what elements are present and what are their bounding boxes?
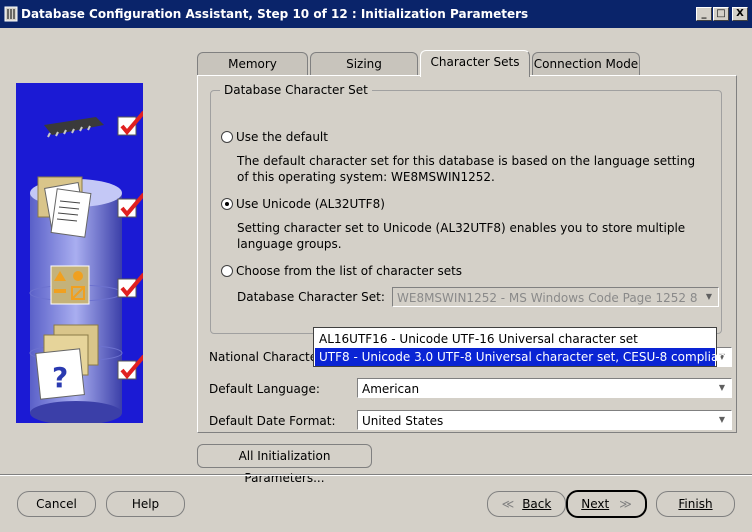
default-date-format-select[interactable]: United States ▼ (357, 410, 732, 430)
wizard-illustration: ? (16, 83, 143, 423)
national-charset-dropdown-list: AL16UTF16 - Unicode UTF-16 Universal cha… (313, 327, 731, 367)
tab-connection-mode[interactable]: Connection Mode (532, 52, 640, 76)
step-complete-check-icon (117, 192, 143, 218)
default-language-value: American (362, 382, 420, 396)
chevron-down-icon: ▼ (705, 292, 713, 301)
tab-sizing[interactable]: Sizing (310, 52, 418, 76)
chevron-right-icon: ≫ (619, 497, 632, 511)
national-charset-label: National Character (209, 350, 323, 364)
back-button-label: Back (522, 497, 552, 511)
documents-folder-icon (37, 176, 92, 238)
default-date-format-label: Default Date Format: (209, 414, 336, 428)
default-date-format-value: United States (362, 414, 444, 428)
dropdown-option-al16utf16[interactable]: AL16UTF16 - Unicode UTF-16 Universal cha… (315, 330, 715, 348)
database-app-icon (4, 6, 18, 22)
footer-separator (0, 474, 752, 476)
use-unicode-description: Setting character set to Unicode (AL32UT… (237, 221, 686, 251)
default-language-label: Default Language: (209, 382, 320, 396)
chevron-down-icon[interactable]: ▼ (715, 413, 729, 427)
chevron-left-icon: ≪ (501, 497, 515, 511)
next-button-label: Next (581, 497, 610, 511)
tab-character-sets[interactable]: Character Sets (420, 50, 530, 77)
use-default-description: The default character set for this datab… (237, 154, 696, 184)
database-charset-select: WE8MSWIN1252 - MS Windows Code Page 1252… (392, 287, 719, 307)
finish-button[interactable]: Finish (656, 491, 735, 517)
all-initialization-parameters-button[interactable]: All Initialization Parameters... (197, 444, 372, 485)
default-language-select[interactable]: American ▼ (357, 378, 732, 398)
svg-text:?: ? (52, 361, 68, 394)
title-bar: Database Configuration Assistant, Step 1… (0, 0, 752, 28)
close-button[interactable]: X (732, 7, 748, 21)
step-complete-check-icon (117, 272, 143, 298)
help-button[interactable]: Help (106, 491, 185, 517)
help-documents-icon: ? (35, 324, 99, 400)
finish-button-label: Finish (678, 497, 713, 511)
window-title: Database Configuration Assistant, Step 1… (21, 7, 529, 21)
database-charset-value: WE8MSWIN1252 - MS Windows Code Page 1252… (397, 291, 697, 305)
maximize-button[interactable]: □ (713, 7, 729, 21)
minimize-button[interactable]: _ (696, 7, 712, 21)
next-button[interactable]: Next ≫ (566, 490, 647, 518)
tab-memory[interactable]: Memory (197, 52, 308, 76)
cancel-button[interactable]: Cancel (17, 491, 96, 517)
radio-use-unicode[interactable] (221, 198, 233, 210)
step-complete-check-icon (117, 110, 143, 136)
radio-use-default[interactable] (221, 131, 233, 143)
shapes-icon (50, 265, 90, 305)
dropdown-option-utf8[interactable]: UTF8 - Unicode 3.0 UTF-8 Universal chara… (315, 348, 731, 366)
back-button[interactable]: ≪ Back (487, 491, 566, 517)
group-legend: Database Character Set (220, 83, 372, 97)
chevron-down-icon[interactable]: ▼ (715, 381, 729, 395)
radio-choose-from-list-label[interactable]: Choose from the list of character sets (236, 264, 462, 278)
step-complete-check-icon (117, 354, 143, 380)
radio-choose-from-list[interactable] (221, 265, 233, 277)
radio-use-unicode-label[interactable]: Use Unicode (AL32UTF8) (236, 197, 385, 211)
database-charset-label: Database Character Set: (237, 290, 385, 304)
memory-chip-icon (44, 117, 104, 138)
radio-use-default-label[interactable]: Use the default (236, 130, 328, 144)
